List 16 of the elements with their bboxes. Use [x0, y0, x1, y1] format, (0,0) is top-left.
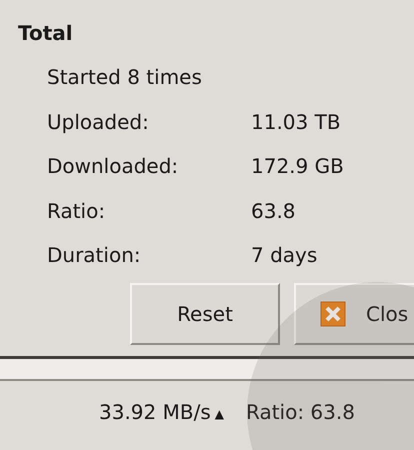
summary-text: Started 8 times: [47, 64, 202, 91]
reset-button[interactable]: Reset: [130, 283, 280, 345]
ratio-text: Ratio: 63.8: [246, 400, 355, 424]
close-button[interactable]: Clos: [294, 283, 414, 345]
up-arrow-icon: ▲: [214, 407, 224, 421]
stat-value: 172.9 GB: [251, 153, 344, 180]
stat-label: Ratio:: [47, 198, 106, 224]
speed-text: 33.92 MB/s: [99, 400, 211, 424]
stat-label: Downloaded:: [47, 153, 178, 180]
stat-value: 63.8: [251, 198, 296, 224]
stat-label: Duration:: [47, 242, 141, 269]
stat-value: 11.03 TB: [251, 108, 341, 136]
stat-value: 7 days: [251, 242, 318, 269]
section-title: Total: [18, 20, 74, 46]
stat-label: Uploaded:: [47, 108, 149, 136]
close-icon: [320, 301, 346, 327]
